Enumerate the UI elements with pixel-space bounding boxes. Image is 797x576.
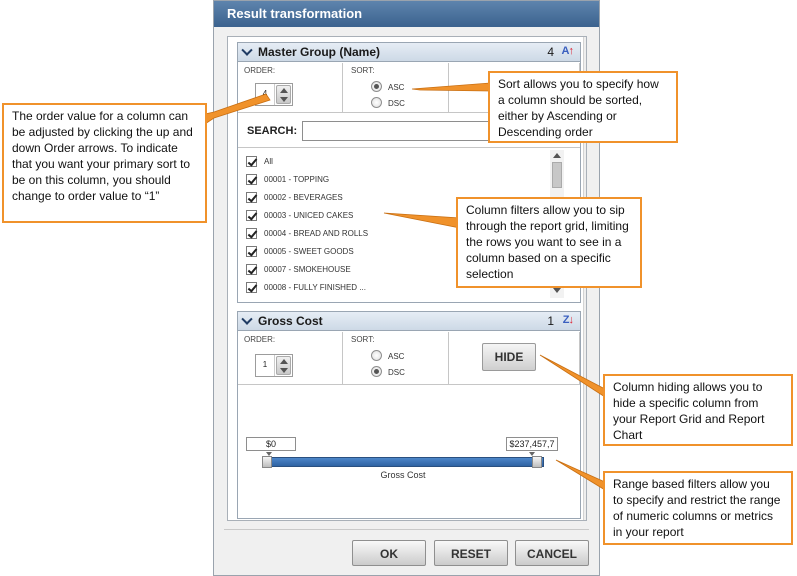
filter-callout: Column filters allow you to sip through … bbox=[456, 197, 642, 288]
sort-callout-pointer bbox=[411, 82, 491, 92]
hide-callout: Column hiding allows you to hide a speci… bbox=[603, 374, 793, 446]
range-callout-pointer bbox=[555, 459, 606, 491]
sort-callout: Sort allows you to specify how a column … bbox=[488, 71, 678, 143]
filter-callout-pointer bbox=[383, 212, 461, 229]
order-callout-pointer bbox=[204, 93, 271, 125]
range-callout: Range based filters allow you to specify… bbox=[603, 471, 793, 545]
hide-callout-pointer bbox=[539, 354, 606, 398]
order-callout: The order value for a column can be adju… bbox=[2, 103, 207, 223]
